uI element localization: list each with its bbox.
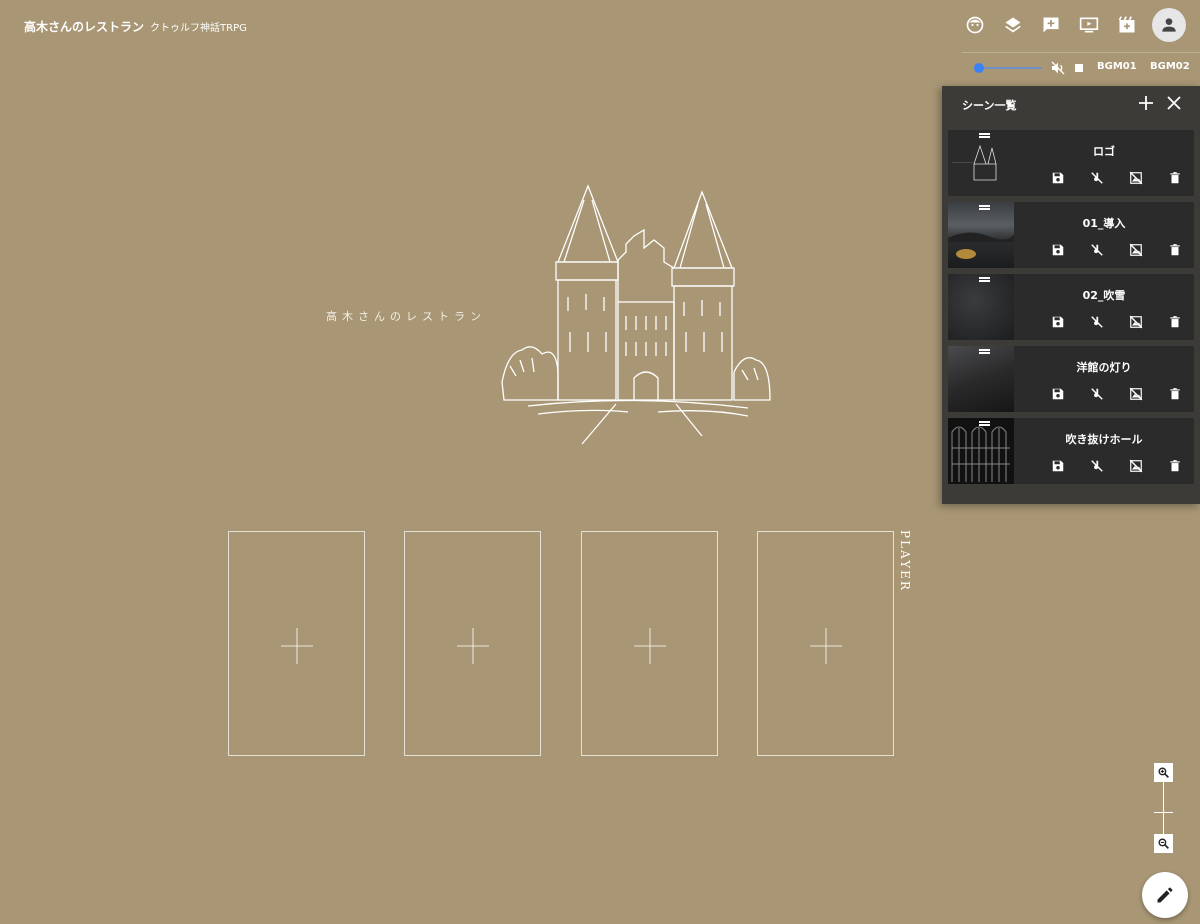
layers-icon[interactable] [994, 8, 1032, 42]
add-player-icon [810, 628, 842, 664]
scene-panel-title: シーン一覧 [962, 99, 1017, 112]
music-off-icon[interactable] [1077, 243, 1116, 257]
scene-list-panel: シーン一覧 ――――――― ロゴ 01_導入 02_吹雪 洋館の灯り 吹き抜けホ… [942, 86, 1200, 504]
scene-panel-header: シーン一覧 [942, 86, 1200, 124]
scene-actions [1038, 171, 1194, 185]
zoom-in-icon[interactable] [1154, 763, 1173, 782]
image-off-icon[interactable] [1116, 171, 1155, 185]
scene-name: ロゴ [1093, 145, 1115, 158]
scene-row-logo[interactable]: ――――――― ロゴ [948, 130, 1194, 196]
volume-slider-handle[interactable] [974, 63, 984, 73]
player-label: PLAYER [896, 530, 912, 597]
scene-thumbnail [948, 418, 1014, 484]
music-off-icon[interactable] [1077, 459, 1116, 473]
bgm-controls: BGM01 BGM02 [962, 52, 1200, 82]
player-slot-3[interactable] [581, 531, 718, 756]
zoom-out-icon[interactable] [1154, 834, 1173, 853]
delete-icon[interactable] [1155, 387, 1194, 401]
add-player-icon [457, 628, 489, 664]
save-icon[interactable] [1038, 459, 1077, 473]
scene-thumbnail: ――――――― [948, 130, 1014, 196]
scene-row-mansion-lights[interactable]: 洋館の灯り [948, 346, 1194, 412]
scene-thumbnail [948, 346, 1014, 412]
scene-movie-icon[interactable] [1108, 8, 1146, 42]
player-slot-2[interactable] [404, 531, 541, 756]
scene-thumbnail [948, 202, 1014, 268]
drag-handle-icon[interactable] [979, 205, 990, 210]
room-subtitle: クトゥルフ神話TRPG [150, 23, 247, 34]
bgm01-button[interactable]: BGM01 [1097, 61, 1137, 72]
face-icon[interactable] [956, 8, 994, 42]
zoom-slider-handle[interactable] [1154, 812, 1173, 813]
drag-handle-icon[interactable] [979, 277, 990, 282]
castle-illustration [501, 184, 771, 445]
save-icon[interactable] [1038, 243, 1077, 257]
volume-slider-track[interactable] [978, 67, 1042, 69]
drag-handle-icon[interactable] [979, 421, 990, 426]
delete-icon[interactable] [1155, 243, 1194, 257]
account-icon[interactable] [1152, 8, 1186, 42]
svg-text:―――――――: ――――――― [952, 160, 973, 164]
add-scene-icon[interactable] [1138, 95, 1154, 115]
player-label-text: PLAYER [898, 530, 912, 592]
image-off-icon[interactable] [1116, 243, 1155, 257]
music-off-icon[interactable] [1077, 387, 1116, 401]
player-slot-4[interactable] [757, 531, 894, 756]
top-toolbar [956, 8, 1186, 42]
music-off-icon[interactable] [1077, 315, 1116, 329]
volume-off-icon[interactable] [1050, 60, 1066, 80]
scene-name: 01_導入 [1082, 217, 1126, 230]
add-player-icon [634, 628, 666, 664]
add-comment-icon[interactable] [1032, 8, 1070, 42]
scene-thumbnail [948, 274, 1014, 340]
add-player-icon [281, 628, 313, 664]
scene-actions [1038, 243, 1194, 257]
scene-actions [1038, 387, 1194, 401]
zoom-slider-track[interactable] [1163, 782, 1164, 838]
room-title: 高木さんのレストラン [24, 20, 145, 34]
image-off-icon[interactable] [1116, 315, 1155, 329]
logo-text: 高木さんのレストラン [326, 310, 486, 323]
image-off-icon[interactable] [1116, 387, 1155, 401]
save-icon[interactable] [1038, 171, 1077, 185]
scene-row-blizzard[interactable]: 02_吹雪 [948, 274, 1194, 340]
screen-icon[interactable] [1070, 8, 1108, 42]
close-icon[interactable] [1166, 95, 1182, 115]
scene-actions [1038, 459, 1194, 473]
bgm02-button[interactable]: BGM02 [1150, 61, 1190, 72]
scene-row-atrium-hall[interactable]: 吹き抜けホール [948, 418, 1194, 484]
player-slot-1[interactable] [228, 531, 365, 756]
music-off-icon[interactable] [1077, 171, 1116, 185]
scene-name: 吹き抜けホール [1065, 433, 1143, 446]
scene-name: 02_吹雪 [1082, 289, 1126, 302]
drag-handle-icon[interactable] [979, 133, 990, 138]
edit-button[interactable] [1142, 872, 1188, 918]
app-header: 高木さんのレストラン クトゥルフ神話TRPG [24, 18, 247, 35]
image-off-icon[interactable] [1116, 459, 1155, 473]
scene-name: 洋館の灯り [1076, 361, 1132, 374]
drag-handle-icon[interactable] [979, 349, 990, 354]
delete-icon[interactable] [1155, 459, 1194, 473]
pencil-icon [1157, 887, 1173, 903]
scene-actions [1038, 315, 1194, 329]
delete-icon[interactable] [1155, 171, 1194, 185]
save-icon[interactable] [1038, 315, 1077, 329]
scene-row-intro[interactable]: 01_導入 [948, 202, 1194, 268]
save-icon[interactable] [1038, 387, 1077, 401]
delete-icon[interactable] [1155, 315, 1194, 329]
stop-icon[interactable] [1075, 64, 1083, 72]
